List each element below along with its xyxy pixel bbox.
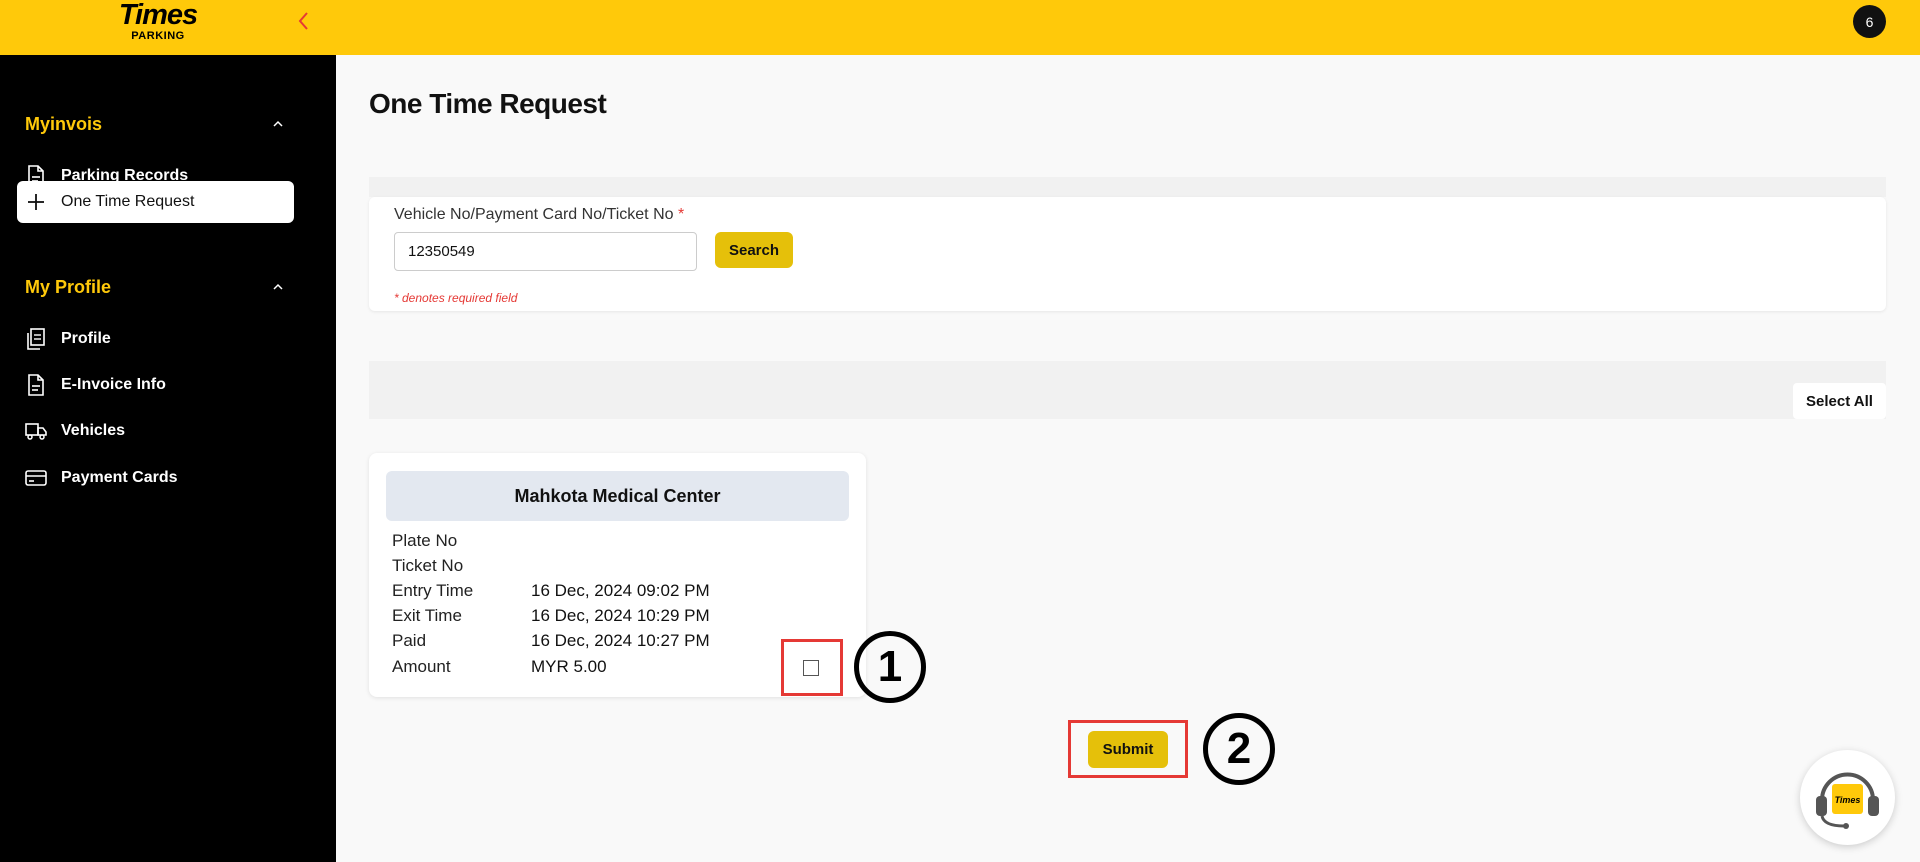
record-value: MYR 5.00: [531, 657, 607, 676]
chevron-up-icon[interactable]: [271, 280, 285, 294]
notification-badge[interactable]: 6: [1853, 5, 1886, 38]
headset-support-icon: Times: [1816, 772, 1879, 829]
search-panel-header: [369, 177, 1886, 197]
logo-sub-text: PARKING: [131, 30, 185, 42]
sidebar-item-label: Profile: [61, 330, 111, 347]
select-all-button[interactable]: Select All: [1793, 383, 1886, 419]
logo-main-text: Times: [118, 0, 198, 31]
sidebar-section-my-profile[interactable]: My Profile: [25, 272, 285, 302]
record-key: Paid: [392, 631, 427, 650]
sidebar-item-one-time-request[interactable]: One Time Request: [17, 181, 294, 223]
step-marker-1: 1: [854, 631, 926, 703]
truck-icon: [25, 420, 47, 442]
sidebar-item-label: E-Invoice Info: [61, 376, 166, 393]
required-field-note: * denotes required field: [394, 291, 518, 305]
record-key: Exit Time: [392, 606, 462, 625]
search-input[interactable]: [394, 232, 697, 271]
record-value: 16 Dec, 2024 10:29 PM: [531, 606, 710, 625]
highlight-box-checkbox: [781, 639, 843, 696]
clipboard-icon: [25, 328, 47, 350]
document-icon: [25, 374, 47, 396]
sidebar-item-e-invoice-info[interactable]: E-Invoice Info: [17, 364, 294, 406]
support-chat-button[interactable]: Times: [1800, 750, 1895, 845]
page-title: One Time Request: [369, 88, 607, 119]
search-panel: Vehicle No/Payment Card No/Ticket No * S…: [369, 197, 1886, 311]
record-row-ticket-no: Ticket No: [392, 556, 531, 578]
record-key: Plate No: [392, 531, 458, 550]
record-row-exit-time: Exit Time 16 Dec, 2024 10:29 PM: [392, 606, 710, 628]
record-row-amount: Amount MYR 5.00: [392, 657, 607, 679]
results-toolbar: Select All: [369, 361, 1886, 419]
section-title-my-profile: My Profile: [25, 276, 112, 297]
record-key: Entry Time: [392, 581, 474, 600]
sidebar-item-payment-cards[interactable]: Payment Cards: [17, 457, 294, 499]
sidebar: Myinvois Parking Records One Time Reques…: [0, 55, 336, 862]
top-bar: Times PARKING 6: [0, 0, 1920, 55]
record-row-entry-time: Entry Time 16 Dec, 2024 09:02 PM: [392, 581, 710, 603]
highlight-box-submit: [1068, 720, 1188, 778]
search-field-label: Vehicle No/Payment Card No/Ticket No *: [394, 206, 684, 224]
sidebar-item-profile[interactable]: Profile: [17, 318, 294, 360]
record-row-plate-no: Plate No: [392, 531, 531, 553]
search-label-text: Vehicle No/Payment Card No/Ticket No: [394, 206, 674, 223]
section-title-myinvois: Myinvois: [25, 113, 103, 134]
sidebar-item-label: Vehicles: [61, 422, 126, 439]
search-button[interactable]: Search: [715, 232, 793, 268]
record-value: 16 Dec, 2024 09:02 PM: [531, 581, 710, 600]
record-location: Mahkota Medical Center: [386, 471, 849, 521]
plus-icon: [25, 191, 47, 213]
chevron-left-icon[interactable]: [292, 8, 316, 34]
sidebar-item-label: Payment Cards: [61, 469, 178, 486]
sidebar-item-vehicles[interactable]: Vehicles: [17, 410, 294, 452]
sidebar-section-myinvois[interactable]: Myinvois: [25, 109, 285, 139]
record-value: 16 Dec, 2024 10:27 PM: [531, 631, 710, 650]
sidebar-item-label: One Time Request: [61, 193, 195, 210]
step-marker-2: 2: [1203, 713, 1275, 785]
record-key: Amount: [392, 657, 451, 676]
record-key: Ticket No: [392, 556, 464, 575]
required-marker: *: [677, 206, 685, 223]
svg-text:Times: Times: [1835, 795, 1861, 805]
chevron-up-icon[interactable]: [271, 117, 285, 131]
credit-card-icon: [25, 467, 47, 489]
record-row-paid: Paid 16 Dec, 2024 10:27 PM: [392, 631, 710, 653]
times-parking-logo[interactable]: Times PARKING: [108, 0, 208, 44]
